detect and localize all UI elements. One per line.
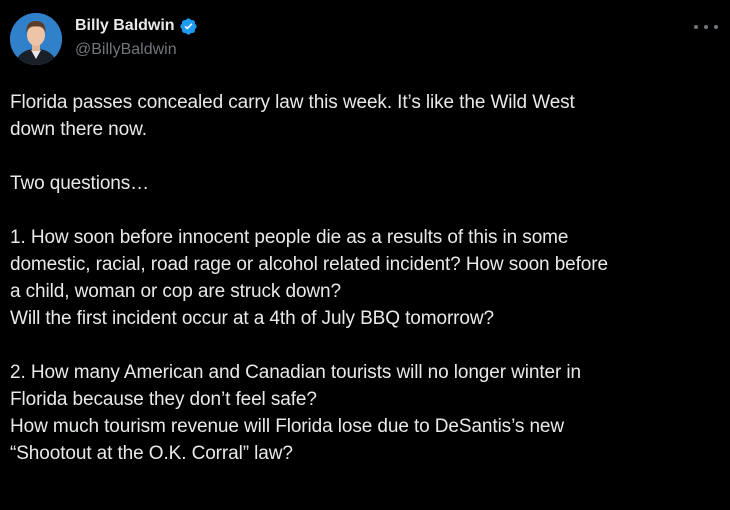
tweet-line: Florida passes concealed carry law this … (10, 92, 575, 113)
tweet-line: Two questions… (10, 173, 150, 194)
tweet-line: Florida because they don’t feel safe? (10, 389, 317, 410)
tweet-card: Billy Baldwin @BillyBaldwin Florida pass… (0, 0, 730, 510)
display-name-row: Billy Baldwin (75, 14, 198, 38)
user-avatar-icon (10, 13, 62, 65)
tweet-line: Will the first incident occur at a 4th o… (10, 308, 494, 329)
tweet-line: 2. How many American and Canadian touris… (10, 362, 581, 383)
user-handle[interactable]: @BillyBaldwin (75, 39, 198, 61)
tweet-line: domestic, racial, road rage or alcohol r… (10, 254, 608, 275)
tweet-line: a child, woman or cop are struck down? (10, 281, 341, 302)
tweet-header: Billy Baldwin @BillyBaldwin (10, 13, 198, 65)
line-break (10, 332, 715, 359)
tweet-line: “Shootout at the O.K. Corral” law? (10, 443, 293, 464)
line-break (10, 197, 715, 224)
tweet-line: down there now. (10, 119, 147, 140)
more-options-icon[interactable] (694, 20, 718, 34)
verified-badge-icon[interactable] (179, 17, 198, 36)
display-name[interactable]: Billy Baldwin (75, 14, 175, 38)
tweet-text: Florida passes concealed carry law this … (10, 89, 715, 467)
author-names: Billy Baldwin @BillyBaldwin (75, 14, 198, 61)
line-break (10, 143, 715, 170)
tweet-line: How much tourism revenue will Florida lo… (10, 416, 564, 437)
tweet-line: 1. How soon before innocent people die a… (10, 227, 569, 248)
avatar[interactable] (10, 13, 62, 65)
